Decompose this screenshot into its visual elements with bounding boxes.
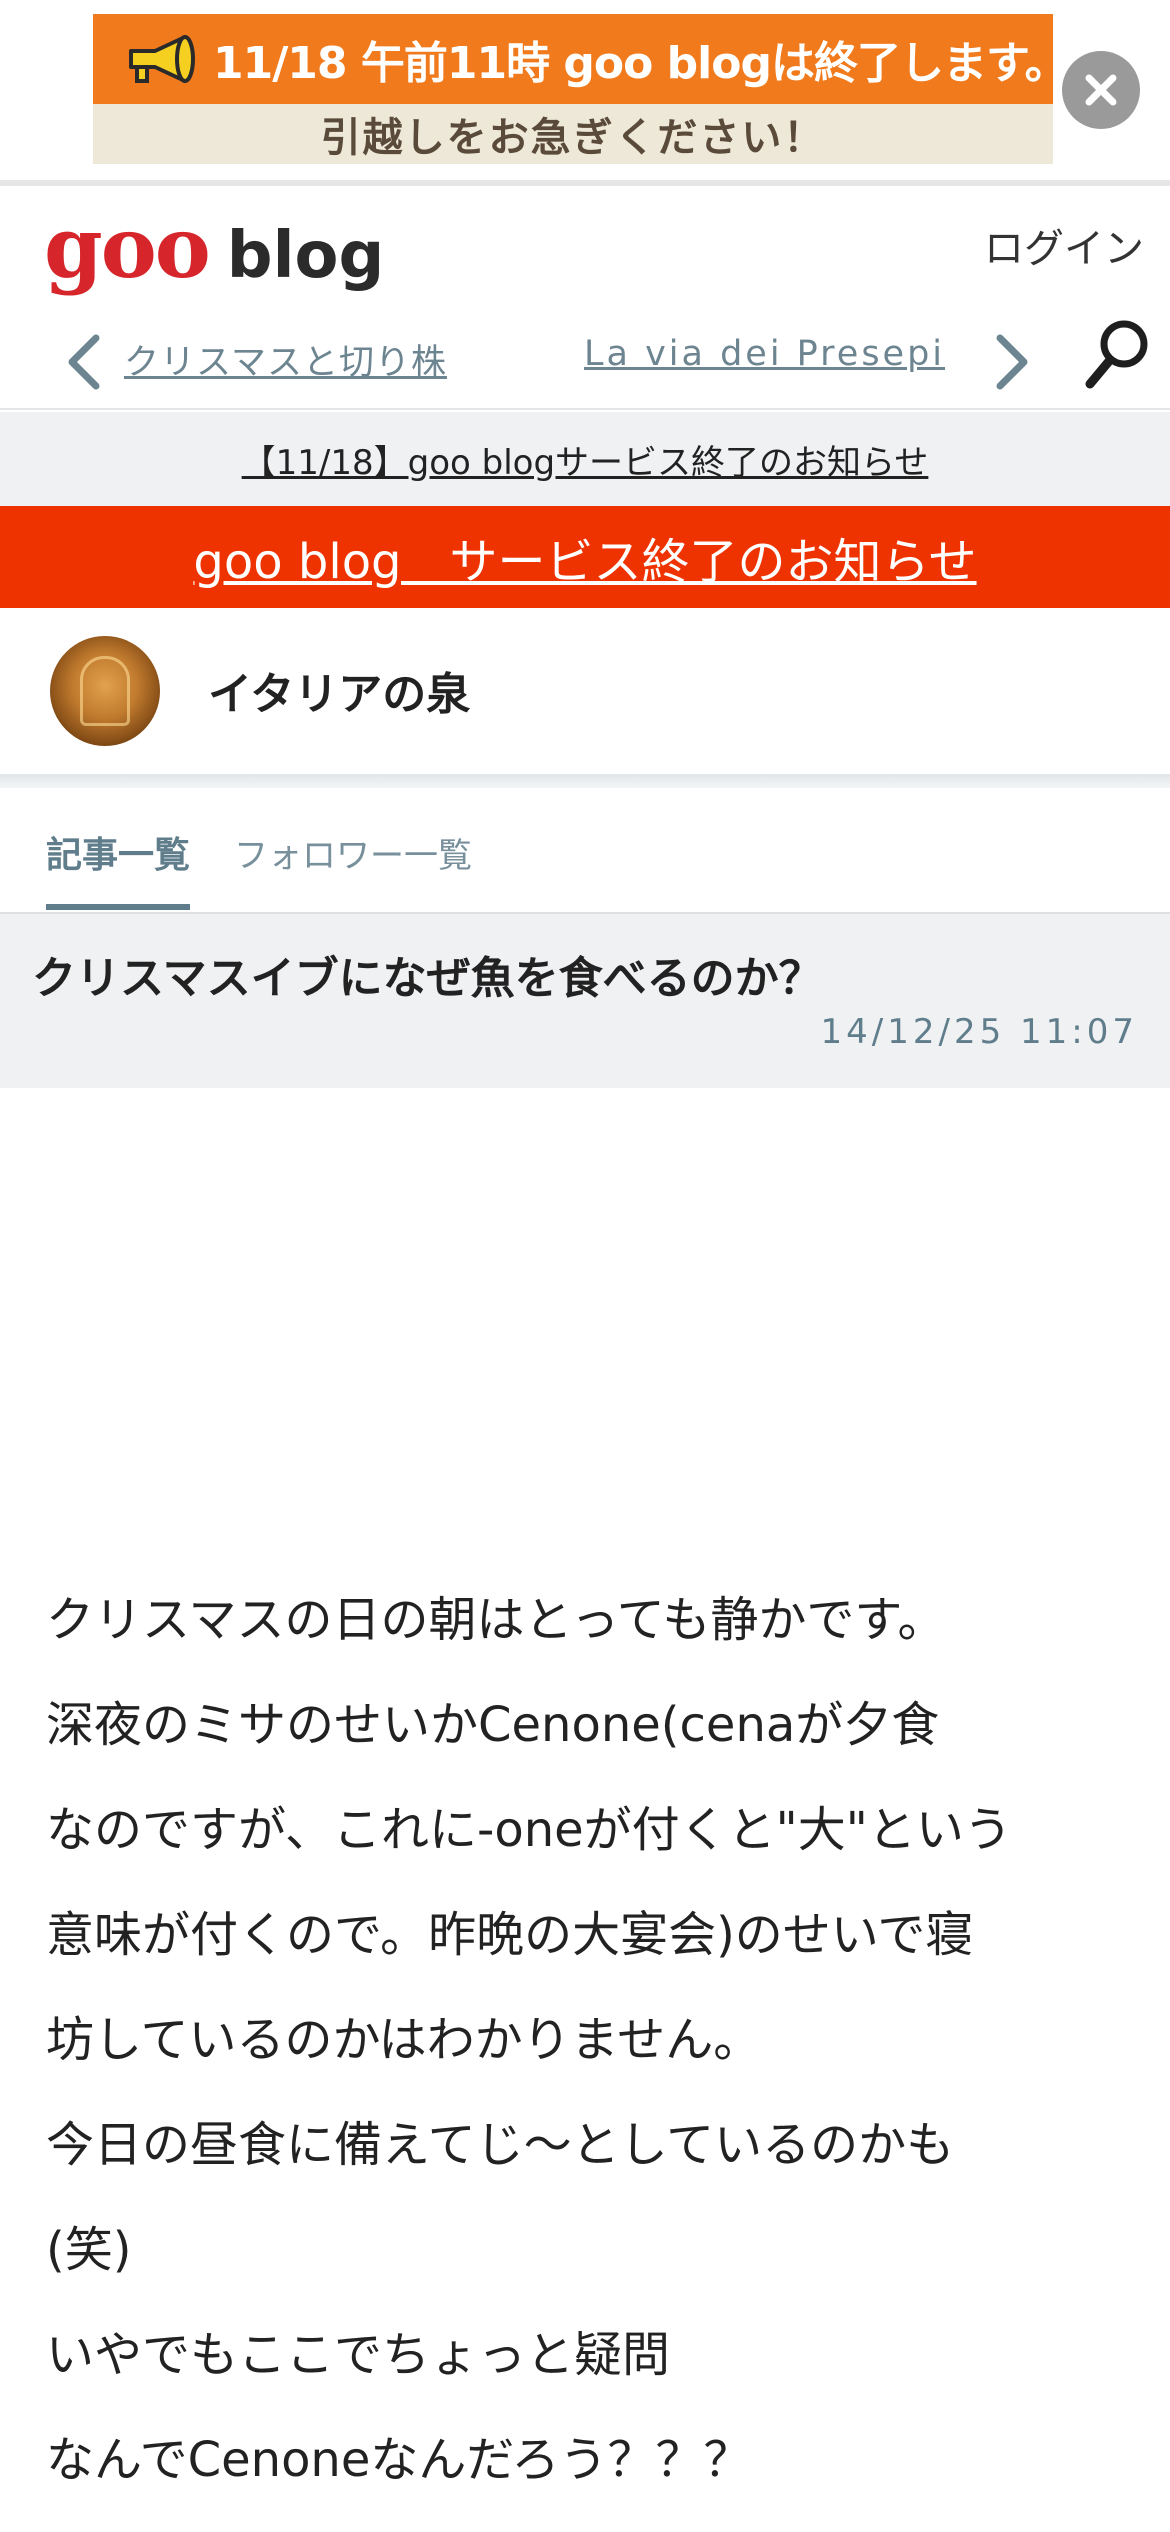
service-end-red-link[interactable]: goo blog サービス終了のお知らせ [193,522,976,592]
avatar[interactable] [50,636,160,746]
avatar-detail [80,656,130,726]
megaphone-icon [121,14,201,104]
logo-goo: goo [44,198,211,297]
article-line: クリスマスの日の朝はとっても静かです。 [46,1592,946,1648]
logo-blog: blog [226,219,385,293]
tab-followers[interactable]: フォロワー一覧 [234,828,472,877]
prev-post-link[interactable]: クリスマスと切り株 [124,334,447,385]
post-navigation: クリスマスと切り株 La via dei Presepi [0,310,1170,410]
site-header: goo blog ログイン [0,186,1170,310]
article-line: 今日の昼食に備えてじ～としているのかも [46,2117,955,2173]
article-title: クリスマスイブになぜ魚を食べるのか？ [32,953,823,1004]
banner-headline: 11/18 午前11時 goo blogは終了します。 [213,38,1069,89]
login-link[interactable]: ログイン [984,216,1144,274]
next-post-link[interactable]: La via dei Presepi [584,334,964,374]
article-line: 深夜のミサのせいかCenone(cenaが夕食 [46,1697,940,1753]
close-icon[interactable] [1062,51,1140,129]
article-line: いやでもここでちょっと疑問 [46,2327,671,2383]
article-line: (笑) [46,2222,132,2278]
chevron-right-icon[interactable] [990,332,1034,392]
article-line: なのですが、これに-oneが付くと"大"という [46,1802,1012,1858]
banner-sub: 引越しをお急ぎください！ [93,104,1053,164]
divider [0,774,1170,788]
top-banner: 11/18 午前11時 goo blogは終了します。 引越しをお急ぎください！ [0,0,1170,180]
chevron-left-icon[interactable] [62,332,106,392]
article-line: 意味が付くので。昨晩の大宴会)のせいで寝 [46,1907,974,1963]
notice-bar: 【11/18】goo blogサービス終了のお知らせ [0,412,1170,506]
banner-top: 11/18 午前11時 goo blogは終了します。 [93,14,1069,104]
blog-name[interactable]: イタリアの泉 [208,658,470,722]
banner-subline: 引越しをお急ぎください！ [320,115,826,161]
article-header: クリスマスイブになぜ魚を食べるのか？ 14/12/25 11:07 [0,912,1170,1088]
tab-articles[interactable]: 記事一覧 [46,826,190,878]
service-end-notice-link[interactable]: 【11/18】goo blogサービス終了のお知らせ [242,435,929,484]
article-body: クリスマスの日の朝はとっても静かです。 深夜のミサのせいかCenone(cena… [46,1568,1146,2513]
article-line: 坊しているのかはわかりません。 [46,2012,762,2068]
blog-info: イタリアの泉 [0,608,1170,774]
service-end-banner[interactable]: 11/18 午前11時 goo blogは終了します。 引越しをお急ぎください！ [93,14,1069,164]
search-icon[interactable] [1082,316,1152,392]
active-tab-indicator [46,904,190,910]
goo-blog-logo[interactable]: goo blog [44,206,384,290]
article-line: なんでCenoneなんだろう？？？ [46,2432,752,2488]
article-date: 14/12/25 11:07 [820,1012,1138,1052]
red-notice-bar: goo blog サービス終了のお知らせ [0,506,1170,608]
